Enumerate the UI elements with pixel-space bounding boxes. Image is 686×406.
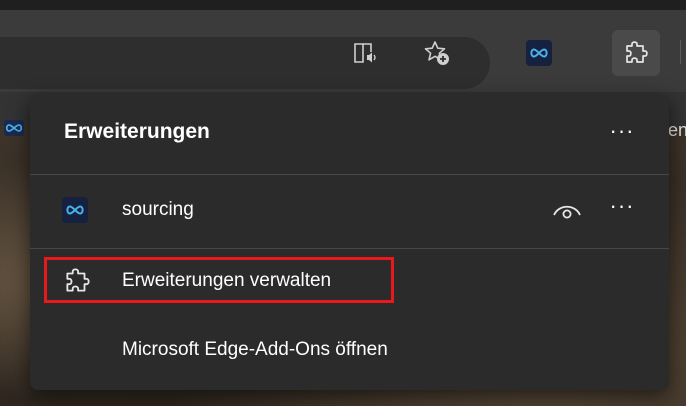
title-bar-strip [0,0,686,10]
eye-icon [553,205,581,219]
extensions-menu-more-button[interactable]: ··· [602,116,642,156]
extensions-menu: Erweiterungen ··· sourcing ··· Erweiteru… [30,94,669,390]
toolbar-separator [680,40,681,64]
highlight-box [44,257,394,303]
extension-row-sourcing[interactable]: sourcing ··· [30,175,669,247]
sourcing-extension-icon [526,40,552,66]
read-aloud-icon [354,43,376,63]
extension-name: sourcing [122,199,194,220]
puzzle-icon [626,41,648,63]
favorites-bar-item-icon[interactable] [4,120,24,136]
menu-divider [30,248,669,249]
extensions-menu-title: Erweiterungen [64,120,210,143]
manage-extensions-item[interactable]: Erweiterungen verwalten [30,251,669,313]
extensions-button[interactable] [612,30,660,76]
open-edge-addons-label: Microsoft Edge-Add-Ons öffnen [122,339,388,360]
favorites-bar-item-label[interactable]: en [668,120,686,141]
extensions-menu-header: Erweiterungen ··· [30,94,669,174]
read-aloud-button[interactable] [344,31,388,75]
sourcing-extension-button[interactable] [517,31,561,75]
open-edge-addons-item[interactable]: Microsoft Edge-Add-Ons öffnen [30,320,669,382]
add-favorite-icon [424,41,449,65]
show-in-toolbar-button[interactable] [547,191,587,231]
add-favorite-button[interactable] [415,31,459,75]
browser-toolbar [0,10,686,92]
sourcing-extension-icon [62,197,88,223]
extension-more-button[interactable]: ··· [602,191,642,231]
